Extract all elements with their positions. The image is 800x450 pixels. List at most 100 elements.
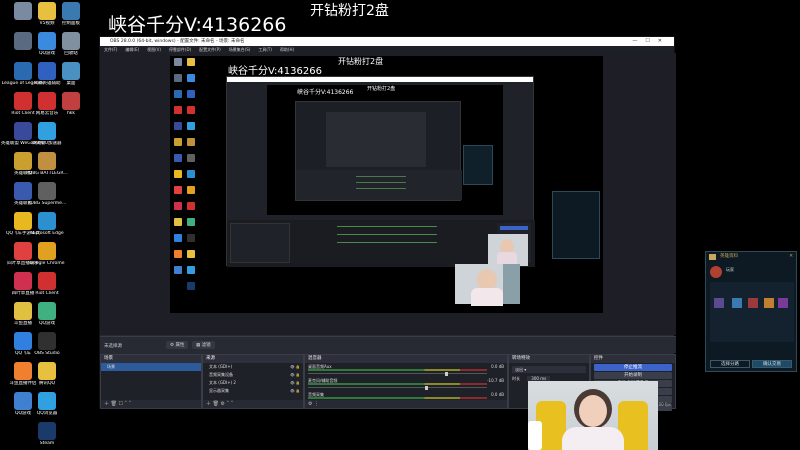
source-item-label: 文本 (GDI+) — [209, 364, 233, 369]
desktop-icon[interactable]: Microsoft Edge — [24, 212, 70, 242]
nested-desktop-icon — [187, 218, 195, 226]
controls-title: 控件 — [591, 355, 675, 363]
nested-desktop-icon — [174, 122, 182, 130]
nested-desktop-icon — [187, 170, 195, 178]
close-icon[interactable]: ✕ — [789, 252, 793, 262]
volume-slider[interactable] — [308, 373, 487, 374]
menu-item[interactable]: 文件(F) — [104, 46, 117, 53]
menu-item[interactable]: 配置文件(P) — [199, 46, 221, 53]
visibility-lock-icons[interactable]: 👁 🔒 — [290, 387, 300, 395]
app-icon — [38, 182, 56, 200]
desktop-icon[interactable]: Riot Client — [24, 272, 70, 302]
sources-footer[interactable]: ＋ 🗑 ⚙ ˄ ˅ — [203, 400, 303, 408]
source-item[interactable]: 文本 (GDI+) 👁 🔒 — [203, 363, 303, 371]
desktop-icon[interactable]: 桌面 — [48, 62, 94, 92]
nested-desktop-icon — [174, 218, 182, 226]
obs-window[interactable]: OBS 28.0.0 (64-bit, windows) - 配置文件: 未命名… — [99, 36, 676, 411]
hero-icon — [764, 298, 774, 308]
desktop-icon[interactable]: QQ浏览器 — [24, 392, 70, 422]
desktop-icon[interactable]: 网易UU加速器 — [24, 122, 70, 152]
nested-desktop-icon — [187, 138, 195, 146]
desktop-icon[interactable]: QQ游戏 — [24, 302, 70, 332]
app-icon — [38, 152, 56, 170]
menu-item[interactable]: 编辑(E) — [125, 46, 139, 53]
preview-canvas[interactable]: 峡谷千分V:4136266 开钻粉打2盘 峡谷千分V:4136266 开钻粉打2… — [170, 56, 603, 313]
desktop-icon[interactable]: OBS Studio — [24, 332, 70, 362]
visibility-lock-icons[interactable]: 👁 🔒 — [290, 363, 300, 371]
menu-item[interactable]: 视图(V) — [147, 46, 161, 53]
scene-item[interactable]: 场景 — [101, 363, 201, 371]
nested-desktop-icon — [187, 202, 195, 210]
nested-desktop-icon — [174, 170, 182, 178]
volume-slider[interactable] — [308, 387, 487, 388]
game-panel-header: 英雄资料 ✕ — [706, 252, 796, 262]
properties-button[interactable]: ⚙ 属性 — [166, 341, 189, 349]
desktop-icon[interactable]: PUBG BATTLEGR... — [24, 152, 70, 182]
desktop-icon[interactable]: PUBG Superme... — [24, 182, 70, 212]
desktop-icon-label: Steam — [39, 441, 55, 446]
desktop-icon[interactable]: Steam — [24, 422, 70, 450]
hero-icon — [778, 298, 788, 308]
transition-type: 淡出 — [515, 367, 523, 372]
nested-desktop-icon — [187, 106, 195, 114]
mixer-channel: 桌面音频Aux 0.0 dB — [305, 363, 507, 377]
menu-item[interactable]: 工具(T) — [258, 46, 272, 53]
visibility-lock-icons[interactable]: 👁 🔒 — [290, 371, 300, 379]
hero-icon — [748, 298, 758, 308]
app-icon — [38, 392, 56, 410]
source-item[interactable]: 文本 (GDI+) 2 👁 🔒 — [203, 379, 303, 387]
mixer-footer[interactable]: ⚙ ⋮ — [305, 400, 507, 408]
confirm-trade-button[interactable]: 确认交易 — [752, 360, 792, 368]
control-button[interactable]: 停止推流 — [594, 364, 672, 371]
stream-caption-sub: 开钻粉打2盘 — [310, 3, 389, 19]
desktop-icon[interactable]: 控制面板 — [48, 2, 94, 32]
channel-db: 0.0 dB — [491, 364, 504, 369]
nested-desktop-icon — [187, 186, 195, 194]
app-icon — [38, 242, 56, 260]
menu-item[interactable]: 帮助(H) — [280, 46, 294, 53]
nested-desktop-icon — [174, 106, 182, 114]
nested-desktop-icon — [174, 90, 182, 98]
app-icon — [62, 2, 80, 20]
desktop-icon-label: 桌面 — [66, 81, 76, 86]
app-icon — [38, 332, 56, 350]
menu-item[interactable]: 场景集合(S) — [229, 46, 251, 53]
source-item[interactable]: 音频采集设备 👁 🔒 — [203, 371, 303, 379]
desktop-icon[interactable]: 回收站 — [48, 32, 94, 62]
nested-desktop-icon — [174, 250, 182, 258]
window-controls[interactable]: —☐✕ — [632, 37, 670, 46]
source-item[interactable]: 显示器采集 👁 🔒 — [203, 387, 303, 395]
obs-title: OBS 28.0.0 (64-bit, windows) - 配置文件: 未命名… — [110, 39, 245, 44]
desktop-icon-label: OBS Studio — [34, 351, 60, 356]
desktop-icon[interactable]: Google Chrome — [24, 242, 70, 272]
control-button[interactable]: 开始录制 — [594, 372, 672, 379]
source-item-label: 音频采集设备 — [209, 372, 233, 377]
app-icon — [38, 272, 56, 290]
filters-button[interactable]: ▦ 滤镜 — [192, 341, 215, 349]
nested-desktop-icon — [187, 250, 195, 258]
desktop-icon-label: PUBG BATTLEGR... — [26, 171, 68, 176]
game-panel-title: 英雄资料 — [720, 254, 738, 259]
nested-desktop-icon — [187, 90, 195, 98]
scenes-footer[interactable]: ＋ 🗑 ☐ ˄ ˅ — [101, 400, 201, 408]
volume-knob[interactable] — [445, 371, 448, 376]
transition-select[interactable]: 淡出 ▾ — [512, 366, 586, 373]
nested2-sub: 开钻粉打2盘 — [367, 86, 396, 92]
nested-desktop-icon — [174, 186, 182, 194]
nested-desktop-icon — [174, 202, 182, 210]
menu-item[interactable]: 停靠部件(D) — [169, 46, 191, 53]
game-hero-panel[interactable]: 英雄资料 ✕ 玩家 选择分路 确认交易 — [705, 251, 797, 372]
obs-titlebar[interactable]: OBS 28.0.0 (64-bit, windows) - 配置文件: 未命名… — [100, 37, 674, 46]
volume-meter — [308, 383, 487, 385]
desktop-icon[interactable]: 腾讯QQ — [24, 362, 70, 392]
nested-desktop-icon — [187, 154, 195, 162]
obs-preview[interactable]: 峡谷千分V:4136266 开钻粉打2盘 峡谷千分V:4136266 开钻粉打2… — [100, 53, 676, 335]
nested2-caption: 峡谷千分V:4136266 — [297, 89, 354, 96]
desktop-icon-label: 腾讯QQ — [38, 381, 56, 386]
mug — [528, 421, 542, 450]
select-lane-button[interactable]: 选择分路 — [710, 360, 750, 368]
duration-label: 时长 — [512, 376, 520, 381]
desktop-icon[interactable]: hkk — [48, 92, 94, 122]
volume-knob[interactable] — [425, 385, 428, 390]
visibility-lock-icons[interactable]: 👁 🔒 — [290, 379, 300, 387]
